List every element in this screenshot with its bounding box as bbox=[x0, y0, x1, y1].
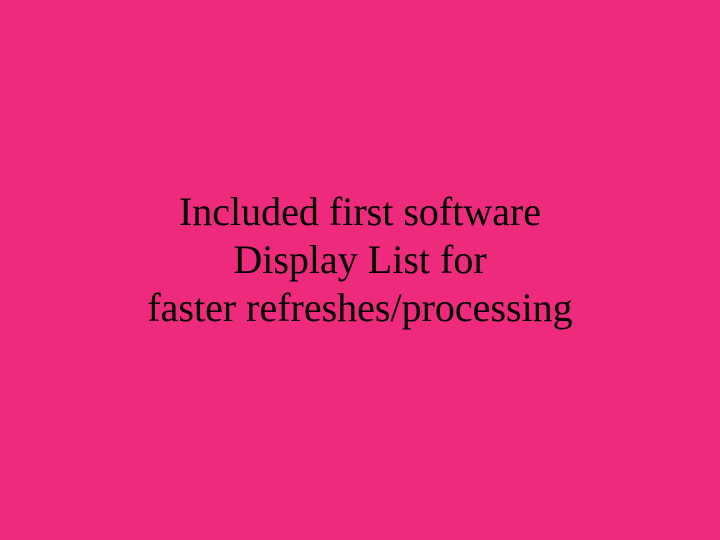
text-line-3: faster refreshes/processing bbox=[147, 284, 572, 332]
text-line-1: Included first software bbox=[147, 188, 572, 236]
text-line-2: Display List for bbox=[147, 236, 572, 284]
slide-text-block: Included first software Display List for… bbox=[147, 188, 572, 332]
